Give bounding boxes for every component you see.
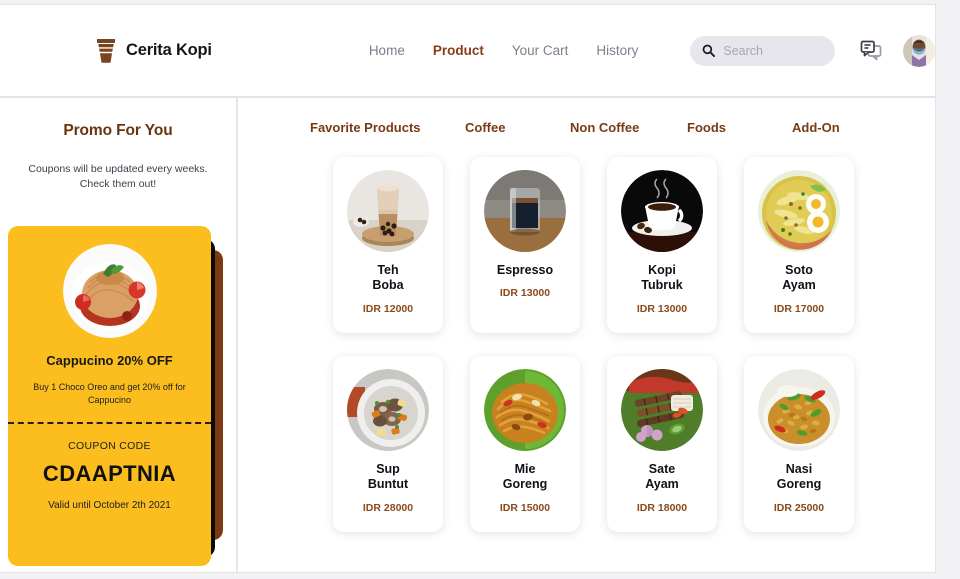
product-card[interactable]: Sup Buntut IDR 28000 [333,356,443,532]
category-tabs: Favorite Products Coffee Non Coffee Food… [238,120,935,135]
brand-name: Cerita Kopi [126,41,212,59]
product-name: Kopi Tubruk [641,263,683,293]
promo-subtitle: Coupons will be updated every weeks. Che… [28,163,208,191]
kopi-tubruk-photo-icon [621,170,703,252]
brand-logo[interactable]: Cerita Kopi [95,37,212,65]
chat-bubbles-icon[interactable] [859,39,883,63]
product-card[interactable]: Espresso IDR 13000 [470,157,580,333]
category-tab-add-on[interactable]: Add-On [792,120,840,135]
pasta-photo-icon [62,244,157,338]
nasi-goreng-photo-icon [758,369,840,451]
category-tab-non-coffee[interactable]: Non Coffee [570,120,687,135]
nav-item-product[interactable]: Product [433,43,484,58]
product-main: Favorite Products Coffee Non Coffee Food… [238,98,935,572]
promo-sidebar: Promo For You Coupons will be updated ev… [0,98,238,572]
espresso-photo-icon [484,170,566,252]
mie-goreng-photo-icon [484,369,566,451]
coupon-card[interactable]: Cappucino 20% OFF Buy 1 Choco Oreo and g… [8,226,211,566]
search-input[interactable] [723,43,823,58]
product-grid: Teh Boba IDR 12000 Espresso IDR 13000 Ko… [238,157,898,532]
product-price: IDR 18000 [636,501,688,514]
product-name: Nasi Goreng [776,462,822,492]
main-nav: Home Product Your Cart History [369,43,639,58]
coupon-code[interactable]: CDAAPTNIA [8,461,211,487]
product-name: Sup Buntut [367,462,409,492]
product-card[interactable]: Teh Boba IDR 12000 [333,157,443,333]
coupon-description: Buy 1 Choco Oreo and get 20% off for Cap… [33,381,186,406]
search-icon [702,44,716,57]
nav-item-your-cart[interactable]: Your Cart [512,43,569,58]
product-price: IDR 15000 [499,501,551,514]
product-price: IDR 13000 [636,302,688,315]
promo-title: Promo For You [63,122,173,139]
coupon-validity: Valid until October 2th 2021 [48,499,171,511]
coffee-cup-icon [95,37,117,65]
soto-ayam-photo-icon [758,170,840,252]
user-avatar-image [903,34,935,67]
product-price: IDR 28000 [362,501,414,514]
category-tab-favorite-products[interactable]: Favorite Products [310,120,465,135]
site-header: Cerita Kopi Home Product Your Cart Histo… [0,5,935,98]
product-card[interactable]: Nasi Goreng IDR 25000 [744,356,854,532]
product-name: Espresso [496,263,554,277]
product-card[interactable]: Sate Ayam IDR 18000 [607,356,717,532]
sup-buntut-photo-icon [347,369,429,451]
product-price: IDR 17000 [773,302,825,315]
coupon-divider [8,421,211,424]
app-window: Cerita Kopi Home Product Your Cart Histo… [0,4,936,573]
nav-item-home[interactable]: Home [369,43,405,58]
product-price: IDR 13000 [499,287,551,300]
coupon-code-label: COUPON CODE [68,439,151,452]
product-name: Teh Boba [372,263,404,293]
search-box[interactable] [690,35,835,66]
product-card[interactable]: Soto Ayam IDR 17000 [744,157,854,333]
product-name: Mie Goreng [502,462,548,492]
avatar[interactable] [903,34,935,67]
sate-ayam-photo-icon [621,369,703,451]
product-price: IDR 12000 [362,302,414,315]
category-tab-coffee[interactable]: Coffee [465,120,570,135]
category-tab-foods[interactable]: Foods [687,120,792,135]
product-name: Soto Ayam [782,263,816,293]
body-area: Promo For You Coupons will be updated ev… [0,98,935,572]
product-name: Sate Ayam [645,462,679,492]
nav-item-history[interactable]: History [596,43,638,58]
product-price: IDR 25000 [773,501,825,514]
product-card[interactable]: Kopi Tubruk IDR 13000 [607,157,717,333]
product-card[interactable]: Mie Goreng IDR 15000 [470,356,580,532]
coupon-heading: Cappucino 20% OFF [46,353,173,368]
coupon-stack: Cappucino 20% OFF Buy 1 Choco Oreo and g… [8,226,228,566]
teh-boba-photo-icon [347,170,429,252]
